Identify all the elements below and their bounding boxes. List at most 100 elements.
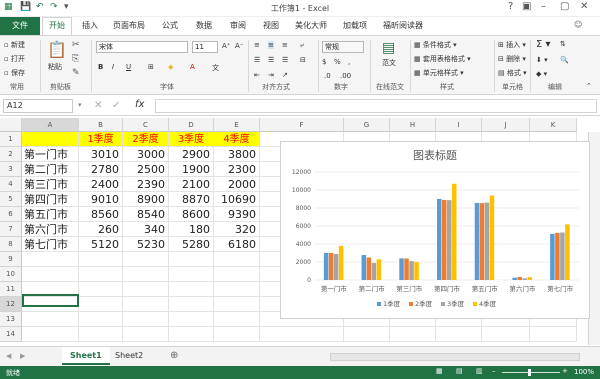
empty-cell[interactable] [79,282,123,297]
empty-cell[interactable] [530,327,577,342]
value-cell[interactable]: 3010 [79,147,123,162]
font-color-icon[interactable]: A [190,63,195,71]
underline-icon[interactable]: U [126,63,131,71]
value-cell[interactable]: 3000 [123,147,169,162]
row-header-3[interactable]: 3 [0,162,22,177]
minimize-icon[interactable]: – [541,1,546,12]
col-header-k[interactable]: K [530,118,577,132]
namebox-dropdown-icon[interactable]: ▾ [78,101,82,109]
next-sheet-icon[interactable]: ▶ [20,352,25,360]
tab-beautify[interactable]: 美化大师 [295,20,327,31]
value-cell[interactable]: 180 [169,222,214,237]
cell-styles-button[interactable]: ▦ 单元格样式 ▾ [414,68,464,78]
value-cell[interactable]: 340 [123,222,169,237]
wrap-text-icon[interactable]: ⤶ [300,41,304,50]
fill-icon[interactable]: ⬇ ▾ [536,56,548,64]
value-cell[interactable]: 5280 [169,237,214,252]
cancel-icon[interactable]: ✕ [94,100,102,111]
merge-center-icon[interactable]: ⊟ [300,56,306,64]
empty-cell[interactable] [260,327,344,342]
cut-icon[interactable]: ✂ [72,40,80,50]
templates-icon[interactable]: ▤ [382,40,395,56]
bold-icon[interactable]: B [98,63,103,71]
collapse-ribbon-icon[interactable]: ⌃ [586,82,592,90]
select-all-corner[interactable] [0,118,22,132]
zoom-slider[interactable] [502,372,560,373]
col-header-i[interactable]: I [436,118,482,132]
empty-cell[interactable] [79,267,123,282]
maximize-icon[interactable]: ▢ [560,1,569,12]
empty-cell[interactable] [214,297,260,312]
tab-formulas[interactable]: 公式 [162,20,178,31]
tab-page-layout[interactable]: 页面布局 [113,20,145,31]
col-header-g[interactable]: G [344,118,390,132]
empty-cell[interactable] [123,252,169,267]
format-cells-button[interactable]: ▤ 格式 ▾ [498,68,527,78]
increase-decimal-icon[interactable]: .0 [324,72,331,80]
store-name-cell[interactable]: 第三门市 [22,177,79,192]
zoom-out-icon[interactable]: – [492,367,496,375]
page-break-view-icon[interactable]: ▥ [476,367,483,375]
font-name-select[interactable]: 宋体 [96,41,188,53]
col-header-e[interactable]: E [214,118,260,132]
value-cell[interactable]: 1900 [169,162,214,177]
customize-qat-icon[interactable]: ▾ [64,2,69,12]
empty-cell[interactable] [214,312,260,327]
align-top-icon[interactable]: ≡ [254,41,260,49]
empty-cell[interactable] [169,252,214,267]
tab-insert[interactable]: 插入 [82,20,98,31]
insert-cells-button[interactable]: ⊞ 插入 ▾ [498,40,526,50]
paste-label[interactable]: 粘贴 [48,62,62,72]
enter-icon[interactable]: ✓ [112,100,120,111]
col-header-d[interactable]: D [169,118,214,132]
header-cell[interactable]: 1季度 [79,132,123,147]
ribbon-display-icon[interactable]: ▣ [522,1,531,12]
value-cell[interactable]: 10690 [214,192,260,207]
store-name-cell[interactable]: 第四门市 [22,192,79,207]
row-header-2[interactable]: 2 [0,147,22,162]
name-box[interactable]: A12 [3,99,73,113]
decrease-indent-icon[interactable]: ⇤ [254,71,260,79]
templates-button[interactable]: 范文 [382,58,396,68]
copy-icon[interactable]: ⎘ [72,54,79,64]
value-cell[interactable]: 9010 [79,192,123,207]
empty-cell[interactable] [214,252,260,267]
row-header-11[interactable]: 11 [0,282,22,297]
open-button[interactable]: ▫ 打开 [4,54,25,64]
header-cell[interactable] [22,132,79,147]
align-middle-icon[interactable]: ≡ [268,41,274,49]
empty-cell[interactable] [169,312,214,327]
empty-cell[interactable] [79,327,123,342]
col-header-b[interactable]: B [79,118,123,132]
font-size-select[interactable]: 11 [192,41,218,53]
orientation-icon[interactable]: ↗ [282,71,288,79]
close-icon[interactable]: ✕ [580,1,588,12]
share-icon[interactable]: ☺ [574,20,582,29]
tab-file[interactable]: 文件 [0,17,40,35]
grow-font-icon[interactable]: A⁺ [222,42,230,50]
col-header-c[interactable]: C [123,118,169,132]
decrease-decimal-icon[interactable]: .00 [340,72,351,80]
tab-view[interactable]: 视图 [263,20,279,31]
empty-cell[interactable] [169,297,214,312]
store-name-cell[interactable]: 第二门市 [22,162,79,177]
empty-cell[interactable] [390,327,436,342]
header-cell[interactable]: 3季度 [169,132,214,147]
value-cell[interactable]: 260 [79,222,123,237]
row-header-13[interactable]: 13 [0,312,22,327]
value-cell[interactable]: 320 [214,222,260,237]
delete-cells-button[interactable]: ⊟ 删除 ▾ [498,54,526,64]
value-cell[interactable]: 2780 [79,162,123,177]
align-right-icon[interactable]: ☰ [282,56,288,64]
row-header-5[interactable]: 5 [0,192,22,207]
value-cell[interactable]: 2400 [79,177,123,192]
paste-icon[interactable]: 📋 [47,40,67,59]
col-header-f[interactable]: F [260,118,344,132]
italic-icon[interactable]: I [112,63,114,71]
undo-icon[interactable]: ↶ [36,2,44,12]
value-cell[interactable]: 5230 [123,237,169,252]
page-layout-view-icon[interactable]: ▤ [456,367,463,375]
sort-filter-icon[interactable]: ⇅ [560,40,566,48]
align-bottom-icon[interactable]: ≡ [282,41,288,49]
store-name-cell[interactable]: 第一门市 [22,147,79,162]
